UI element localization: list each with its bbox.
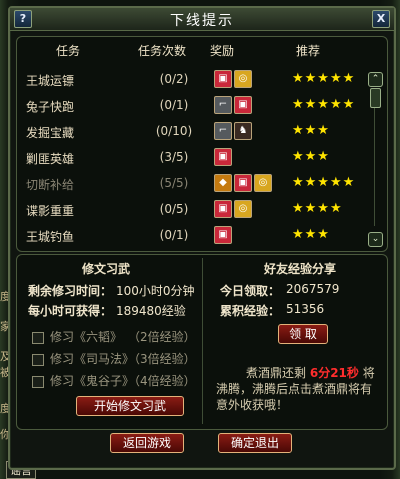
task-name: 剿匪英雄 [26, 152, 75, 166]
study-option-checkbox[interactable] [32, 332, 44, 344]
remaining-label: 剩余修习时间： [28, 284, 113, 298]
task-name: 王城钓鱼 [26, 230, 75, 244]
task-count: (0/5) [159, 202, 189, 216]
col-header-task: 任务 [56, 44, 81, 58]
task-count: (0/1) [159, 98, 189, 112]
task-name: 发掘宝藏 [26, 126, 75, 140]
task-count: (0/2) [159, 72, 189, 86]
study-option-bonus: （2倍经验） [128, 330, 196, 344]
task-row[interactable]: 发掘宝藏 (0/10) ⌐ ♞ ★★★ [24, 120, 364, 144]
today-value: 2067579 [286, 282, 340, 296]
task-scrollbar[interactable]: ⌃ ⌄ [368, 72, 383, 250]
task-row[interactable]: 谍影重重 (0/5) ▣ ◎ ★★★★ [24, 198, 364, 222]
col-header-recommend: 推荐 [296, 44, 321, 58]
gold-coins-icon[interactable]: ◎ [254, 174, 272, 192]
task-row[interactable]: 剿匪英雄 (3/5) ▣ ★★★ [24, 146, 364, 170]
task-name: 切断补给 [26, 178, 75, 192]
study-option-label: 修习《司马法》 [50, 352, 135, 366]
red-gift-icon[interactable]: ▣ [214, 200, 232, 218]
recommend-stars: ★★★★★ [292, 97, 356, 112]
notice-line-3: 意外收获哦！ [216, 398, 289, 412]
gun-icon[interactable]: ⌐ [214, 96, 232, 114]
col-header-reward: 奖励 [210, 44, 235, 58]
study-option-checkbox[interactable] [32, 376, 44, 388]
recommend-stars: ★★★ [292, 227, 330, 242]
gold-coins-icon[interactable]: ◎ [234, 200, 252, 218]
recommend-stars: ★★★★★ [292, 71, 356, 86]
task-name: 王城运镖 [26, 74, 75, 88]
notice-suffix: 将 [362, 366, 375, 380]
today-label: 今日领取： [220, 284, 281, 298]
share-title: 好友经验分享 [264, 262, 337, 276]
notice-time: 6分21秒 [309, 366, 359, 380]
scroll-thumb[interactable] [370, 88, 381, 108]
scroll-down-icon[interactable]: ⌄ [368, 232, 383, 247]
study-option-bonus: （3倍经验） [128, 352, 196, 366]
task-row[interactable]: 切断补给 (5/5) ◆ ▣ ◎ ★★★★★ [24, 172, 364, 196]
red-gift-icon[interactable]: ▣ [234, 96, 252, 114]
red-gift-icon[interactable]: ▣ [214, 70, 232, 88]
task-row[interactable]: 兔子快跑 (0/1) ⌐ ▣ ★★★★★ [24, 94, 364, 118]
return-game-button[interactable]: 返回游戏 [110, 433, 184, 453]
task-count: (3/5) [159, 150, 189, 164]
gold-coins-icon[interactable]: ◎ [234, 70, 252, 88]
gain-label: 每小时可获得： [28, 304, 113, 318]
red-gift-icon[interactable]: ▣ [214, 148, 232, 166]
task-name: 谍影重重 [26, 204, 75, 218]
title-bar: ? 下线提示 X [10, 8, 394, 31]
task-row[interactable]: 王城运镖 (0/2) ▣ ◎ ★★★★★ [24, 68, 364, 92]
task-count: (0/1) [159, 228, 189, 242]
confirm-quit-button[interactable]: 确定退出 [218, 433, 292, 453]
logout-dialog: ? 下线提示 X 任务 任务次数 奖励 推荐 王城运镖 (0/2) ▣ ◎ ★★★★★ 兔… [8, 6, 396, 470]
money-bag-icon[interactable]: ◆ [214, 174, 232, 192]
study-option-label: 修习《六韬》 [50, 330, 123, 344]
recommend-stars: ★★★★ [292, 201, 343, 216]
notice-line-1: 煮酒鼎还剩 6分21秒 将 [246, 364, 375, 381]
col-header-count: 任务次数 [138, 44, 187, 58]
task-name: 兔子快跑 [26, 100, 75, 114]
task-row[interactable]: 王城钓鱼 (0/1) ▣ ★★★ [24, 224, 364, 248]
study-option-bonus: （4倍经验） [128, 374, 196, 388]
task-count: (0/10) [155, 124, 193, 138]
recommend-stars: ★★★ [292, 123, 330, 138]
claim-button[interactable]: 领 取 [278, 324, 328, 344]
recommend-stars: ★★★★★ [292, 175, 356, 190]
total-value: 51356 [286, 302, 325, 316]
start-study-button[interactable]: 开始修文习武 [76, 396, 184, 416]
study-option-checkbox[interactable] [32, 354, 44, 366]
study-title: 修文习武 [82, 262, 131, 276]
study-option-label: 修习《鬼谷子》 [50, 374, 135, 388]
gun-icon[interactable]: ⌐ [214, 122, 232, 140]
red-gift-icon[interactable]: ▣ [214, 226, 232, 244]
scroll-track[interactable] [374, 108, 375, 226]
dialog-title: 下线提示 [170, 13, 234, 29]
recommend-stars: ★★★ [292, 149, 330, 164]
notice-line-2: 沸腾，沸腾后点击煮酒鼎将有 [216, 382, 373, 396]
mount-icon[interactable]: ♞ [234, 122, 252, 140]
red-gift-icon[interactable]: ▣ [234, 174, 252, 192]
scroll-up-icon[interactable]: ⌃ [368, 72, 383, 87]
divider [202, 258, 203, 424]
task-count: (5/5) [159, 176, 189, 190]
remaining-value: 100小时0分钟 [116, 284, 195, 298]
total-label: 累积经验： [220, 304, 281, 318]
close-button[interactable]: X [372, 10, 390, 28]
gain-value: 189480经验 [116, 304, 186, 318]
notice-prefix: 煮酒鼎还剩 [246, 366, 307, 380]
